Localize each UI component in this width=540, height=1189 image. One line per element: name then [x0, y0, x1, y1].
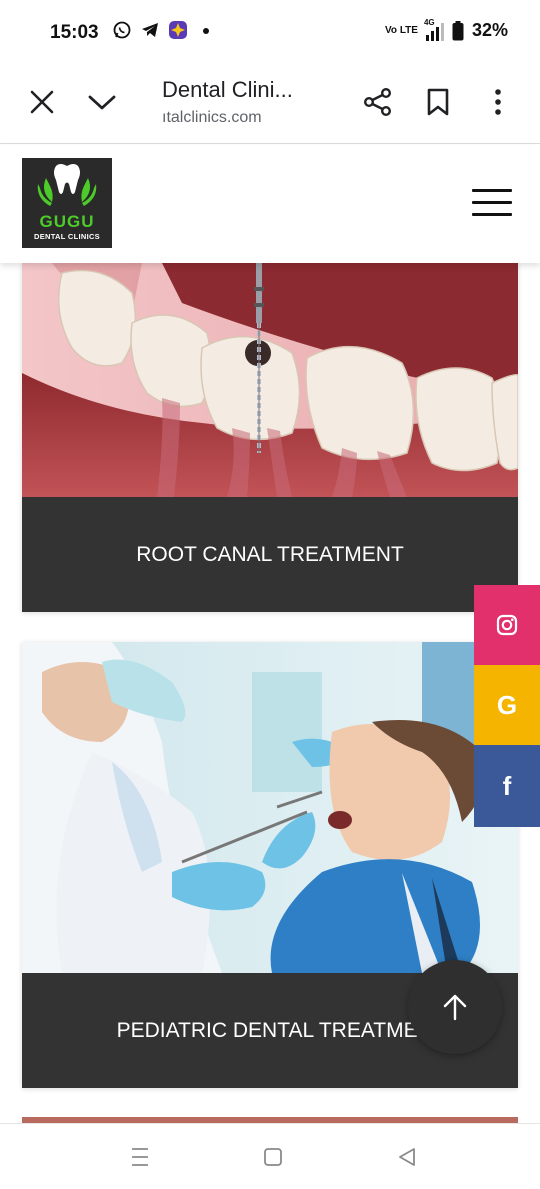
card-title: PEDIATRIC DENTAL TREATMEI — [116, 1018, 424, 1042]
signal-icon: 4G — [423, 17, 444, 41]
battery-percent: 32% — [471, 20, 508, 40]
close-button[interactable] — [22, 82, 62, 122]
card-caption[interactable]: ROOT CANAL TREATMENT — [22, 497, 518, 612]
volte-text: Vo LTE — [385, 24, 418, 36]
instagram-button[interactable] — [474, 585, 540, 665]
close-icon — [30, 90, 54, 114]
volte-label: Vo LTE — [385, 24, 418, 36]
share-icon — [364, 88, 392, 117]
recents-button[interactable] — [125, 1142, 155, 1172]
battery-icon — [452, 20, 464, 40]
logo-subtitle: DENTAL CLINICS — [33, 232, 100, 241]
collapse-button[interactable] — [82, 82, 122, 122]
share-button[interactable] — [358, 82, 398, 122]
browser-toolbar: Dental Clini... ıtalclinics.com — [0, 64, 540, 144]
notification-dot-icon — [203, 28, 209, 34]
root-canal-illustration — [22, 263, 518, 497]
home-button[interactable] — [258, 1142, 288, 1172]
tooth-logo-icon — [37, 164, 97, 206]
bookmark-button[interactable] — [418, 82, 458, 122]
facebook-button[interactable]: f — [474, 745, 540, 827]
app-icon — [169, 21, 187, 39]
google-icon: G — [496, 689, 518, 720]
arrow-up-icon — [443, 994, 467, 1021]
hamburger-line — [472, 189, 512, 192]
facebook-icon: f — [502, 770, 512, 801]
network-type: 4G — [423, 17, 435, 27]
page-url[interactable]: ıtalclinics.com — [162, 109, 262, 127]
status-bar: 15:03 Vo LTE 4G 32% — [0, 0, 540, 64]
menu-lines-icon — [132, 1148, 148, 1166]
hamburger-line — [472, 213, 512, 216]
back-to-top-button[interactable] — [408, 960, 502, 1054]
more-options-button[interactable] — [478, 82, 518, 122]
pediatric-photo-illustration — [22, 642, 518, 973]
card-title: ROOT CANAL TREATMENT — [136, 542, 404, 566]
menu-button[interactable] — [468, 185, 516, 221]
hamburger-line — [472, 201, 512, 204]
chevron-down-icon — [88, 95, 116, 110]
status-time: 15:03 — [50, 22, 99, 43]
back-button[interactable] — [392, 1142, 422, 1172]
home-square-icon — [264, 1148, 282, 1166]
logo-brand: GUGU — [39, 212, 95, 231]
system-nav-bar — [0, 1123, 540, 1189]
more-vert-icon — [495, 89, 501, 115]
instagram-icon — [496, 614, 518, 636]
whatsapp-icon — [113, 21, 131, 39]
google-button[interactable]: G — [474, 665, 540, 745]
telegram-icon — [142, 23, 158, 37]
back-triangle-icon — [399, 1148, 415, 1166]
root-canal-image — [22, 263, 518, 497]
status-left-icons — [112, 20, 216, 40]
site-logo[interactable]: GUGU DENTAL CLINICS — [22, 158, 112, 248]
service-card-root-canal[interactable]: ROOT CANAL TREATMENT — [22, 263, 518, 612]
bookmark-icon — [427, 88, 449, 116]
status-right: Vo LTE 4G 32% — [385, 17, 508, 41]
page-title[interactable]: Dental Clini... — [162, 77, 293, 103]
site-header: GUGU DENTAL CLINICS — [0, 145, 540, 263]
pediatric-image — [22, 642, 518, 973]
